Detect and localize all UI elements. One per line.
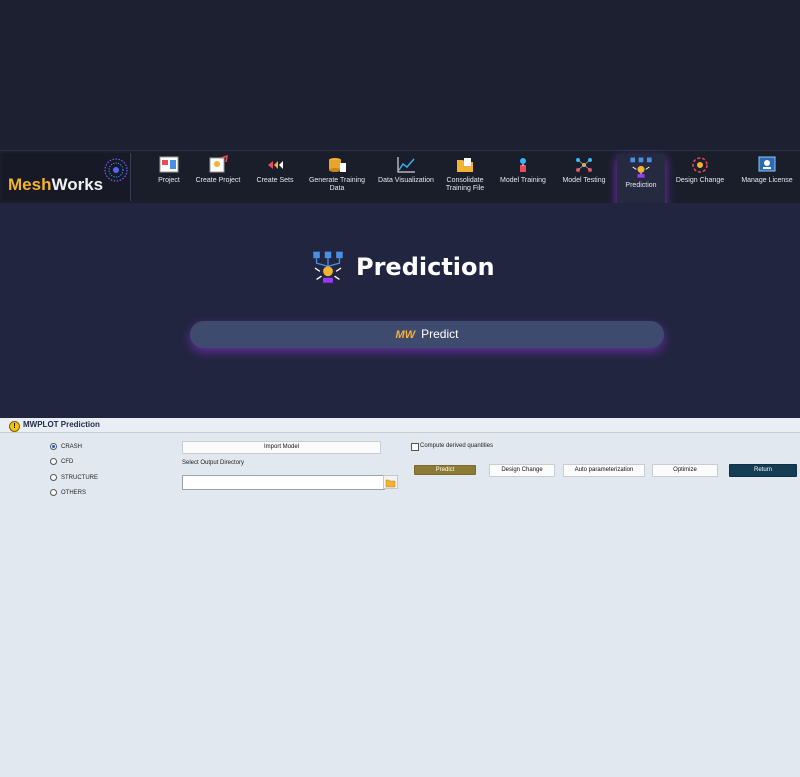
mw-logo-icon: MW bbox=[395, 329, 416, 341]
consolidate-training-file-icon bbox=[457, 158, 473, 172]
optimize-button[interactable]: Optimize bbox=[652, 464, 718, 477]
manage-license-icon bbox=[758, 156, 776, 172]
nav-model-training[interactable]: Model Training bbox=[496, 155, 550, 199]
project-icon bbox=[159, 156, 179, 173]
mwplot-title: MWPLOT Prediction bbox=[23, 420, 100, 429]
radio-cfd[interactable]: CFD bbox=[50, 457, 73, 467]
radio-others[interactable]: OTHERS bbox=[50, 488, 86, 498]
radio-button-icon[interactable] bbox=[50, 488, 57, 496]
predict-button[interactable]: Predict bbox=[414, 465, 476, 475]
prediction-title-icon bbox=[313, 251, 343, 283]
nav-model-testing[interactable]: Model Testing bbox=[558, 155, 610, 199]
return-button[interactable]: Return bbox=[729, 464, 797, 477]
output-dir-label: Select Output Directory bbox=[182, 460, 245, 466]
compute-derived-checkbox[interactable] bbox=[411, 443, 419, 451]
radio-crash[interactable]: CRASH bbox=[50, 442, 82, 452]
empty-top-area bbox=[0, 0, 800, 150]
model-testing-icon bbox=[576, 158, 592, 172]
brand-name: MeshWorks bbox=[8, 175, 104, 194]
radio-button-icon[interactable] bbox=[50, 442, 57, 450]
page-title: Prediction bbox=[356, 253, 495, 281]
nav-consolidate-training-file[interactable]: Consolidate Training File bbox=[442, 155, 488, 199]
create-project-icon bbox=[209, 155, 228, 173]
mwplot-header bbox=[0, 418, 800, 433]
globe-icon bbox=[104, 158, 128, 182]
prediction-panel bbox=[0, 203, 800, 418]
auto-parameterization-button[interactable]: Auto parameterization bbox=[563, 464, 645, 477]
output-dir-input[interactable] bbox=[182, 475, 385, 490]
model-training-icon bbox=[520, 158, 526, 172]
design-change-button[interactable]: Design Change bbox=[489, 464, 555, 477]
generate-training-data-icon bbox=[329, 158, 346, 172]
radio-button-icon[interactable] bbox=[50, 457, 57, 465]
nav-design-change[interactable]: Design Change bbox=[672, 155, 728, 199]
predict-main-label: Predict bbox=[421, 327, 459, 341]
design-change-icon bbox=[692, 157, 708, 173]
ribbon-toolbar: MeshWorks Project Create Project Create … bbox=[0, 150, 800, 213]
data-visualization-icon bbox=[397, 157, 415, 173]
nav-project[interactable]: Project bbox=[152, 155, 186, 199]
prediction-icon bbox=[630, 157, 652, 178]
nav-data-visualization[interactable]: Data Visualization bbox=[376, 155, 436, 199]
radio-button-icon[interactable] bbox=[50, 473, 57, 481]
folder-icon bbox=[385, 479, 396, 488]
browse-folder-button[interactable] bbox=[383, 475, 398, 489]
nav-create-sets[interactable]: Create Sets bbox=[254, 155, 296, 199]
predict-main-button[interactable]: MW Predict bbox=[190, 321, 664, 348]
nav-generate-training-data[interactable]: Generate Training Data bbox=[306, 155, 368, 199]
create-sets-icon bbox=[268, 161, 283, 169]
import-model-button[interactable]: Import Model bbox=[182, 441, 381, 454]
nav-manage-license[interactable]: Manage License bbox=[736, 155, 798, 199]
nav-create-project[interactable]: Create Project bbox=[192, 155, 244, 199]
radio-structure[interactable]: STRUCTURE bbox=[50, 473, 98, 483]
meshworks-logo: MeshWorks bbox=[2, 153, 131, 201]
compute-derived-label: Compute derived quantities bbox=[420, 443, 494, 449]
info-icon: ! bbox=[9, 421, 20, 432]
